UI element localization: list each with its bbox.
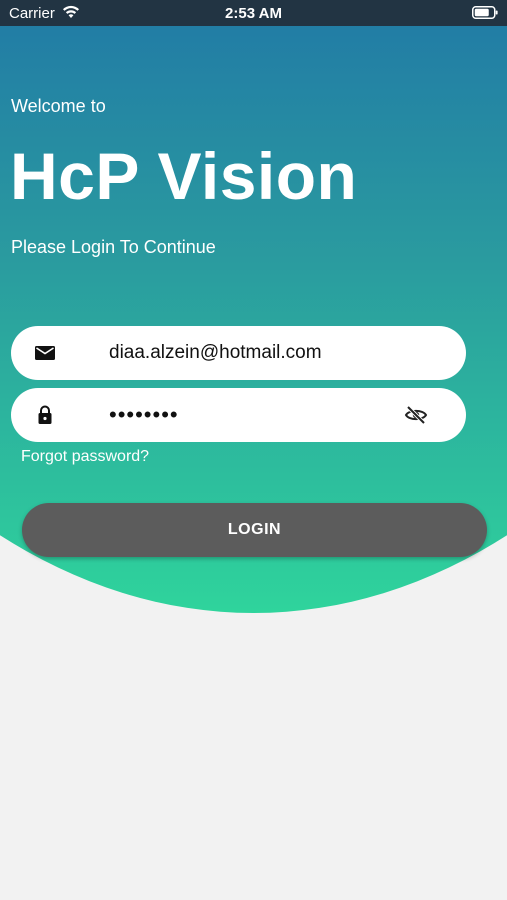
forgot-password-link[interactable]: Forgot password? [21,448,149,466]
welcome-text: Welcome to [11,96,106,116]
status-bar: Carrier 2:53 AM [0,0,507,26]
email-field[interactable] [11,326,466,380]
battery-icon [472,6,498,19]
status-time: 2:53 AM [225,5,282,22]
password-field[interactable] [11,388,466,442]
app-title: HcP Vision [10,139,358,213]
login-button[interactable]: LOGIN [22,503,487,557]
lock-icon [38,405,52,424]
login-subtitle: Please Login To Continue [11,237,216,257]
password-input[interactable] [109,388,399,442]
mail-icon [35,346,55,360]
eye-off-icon[interactable] [404,404,428,426]
email-input[interactable] [109,326,399,380]
